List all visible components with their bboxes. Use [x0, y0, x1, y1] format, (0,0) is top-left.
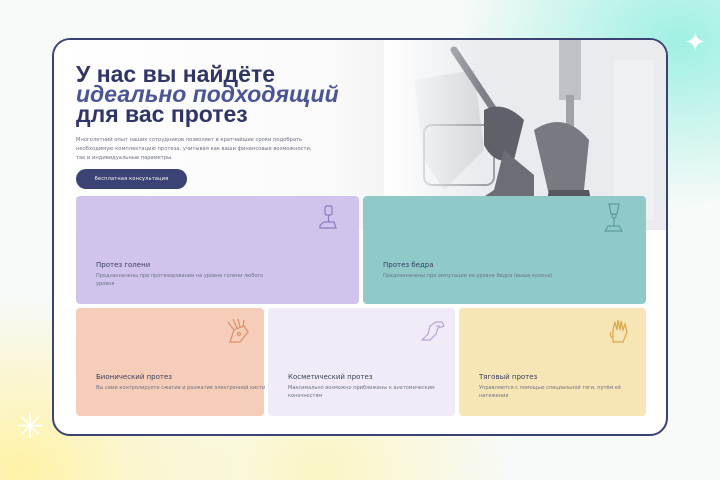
card-traction-prosthesis[interactable]: Тяговый протез Управляются с помощью спе… [459, 308, 646, 416]
card-title: Косметический протез [288, 373, 373, 381]
traction-hand-icon [609, 319, 628, 343]
sparkle-icon: ✦ [684, 28, 706, 58]
card-description: Предназначены при ампутации на уровне бе… [383, 273, 553, 279]
card-bionic-prosthesis[interactable]: Бионический протез Вы сами контролируете… [76, 308, 266, 416]
card-description: Вы сами контролируете сжатие и разжатие … [96, 385, 266, 391]
card-description: Максимально возможно приближены к анатом… [288, 385, 435, 399]
shin-prosthesis-icon [319, 205, 337, 229]
thigh-prosthesis-icon [603, 203, 624, 232]
title-line-3: для вас протез [76, 101, 248, 127]
card-title: Протез бедра [383, 261, 434, 269]
card-title: Протез голени [96, 261, 151, 269]
page-title: У нас вы найдёте идеально подходящий для… [76, 63, 396, 127]
card-description: Предназначены при протезировании на уров… [96, 273, 264, 287]
card-thigh-prosthesis[interactable]: Протез бедра Предназначены при ампутации… [363, 196, 646, 304]
card-description: Управляются с помощью специальной тяги, … [479, 385, 621, 399]
card-cosmetic-prosthesis[interactable]: Косметический протез Максимально возможн… [268, 308, 455, 416]
bionic-hand-icon [227, 318, 249, 343]
card-title: Бионический протез [96, 373, 173, 381]
browser-window: У нас вы найдёте идеально подходящий для… [52, 38, 668, 436]
card-title: Тяговый протез [479, 373, 538, 381]
sparkle-icon: ✳ [16, 407, 45, 447]
cosmetic-hand-icon [420, 321, 445, 341]
hero-section: У нас вы найдёте идеально подходящий для… [76, 63, 396, 163]
hero-description: Многолетний опыт наших сотрудников позво… [76, 137, 312, 161]
free-consultation-button[interactable]: бесплатная консультация [76, 169, 187, 189]
card-shin-prosthesis[interactable]: Протез голени Предназначены при протезир… [76, 196, 359, 304]
